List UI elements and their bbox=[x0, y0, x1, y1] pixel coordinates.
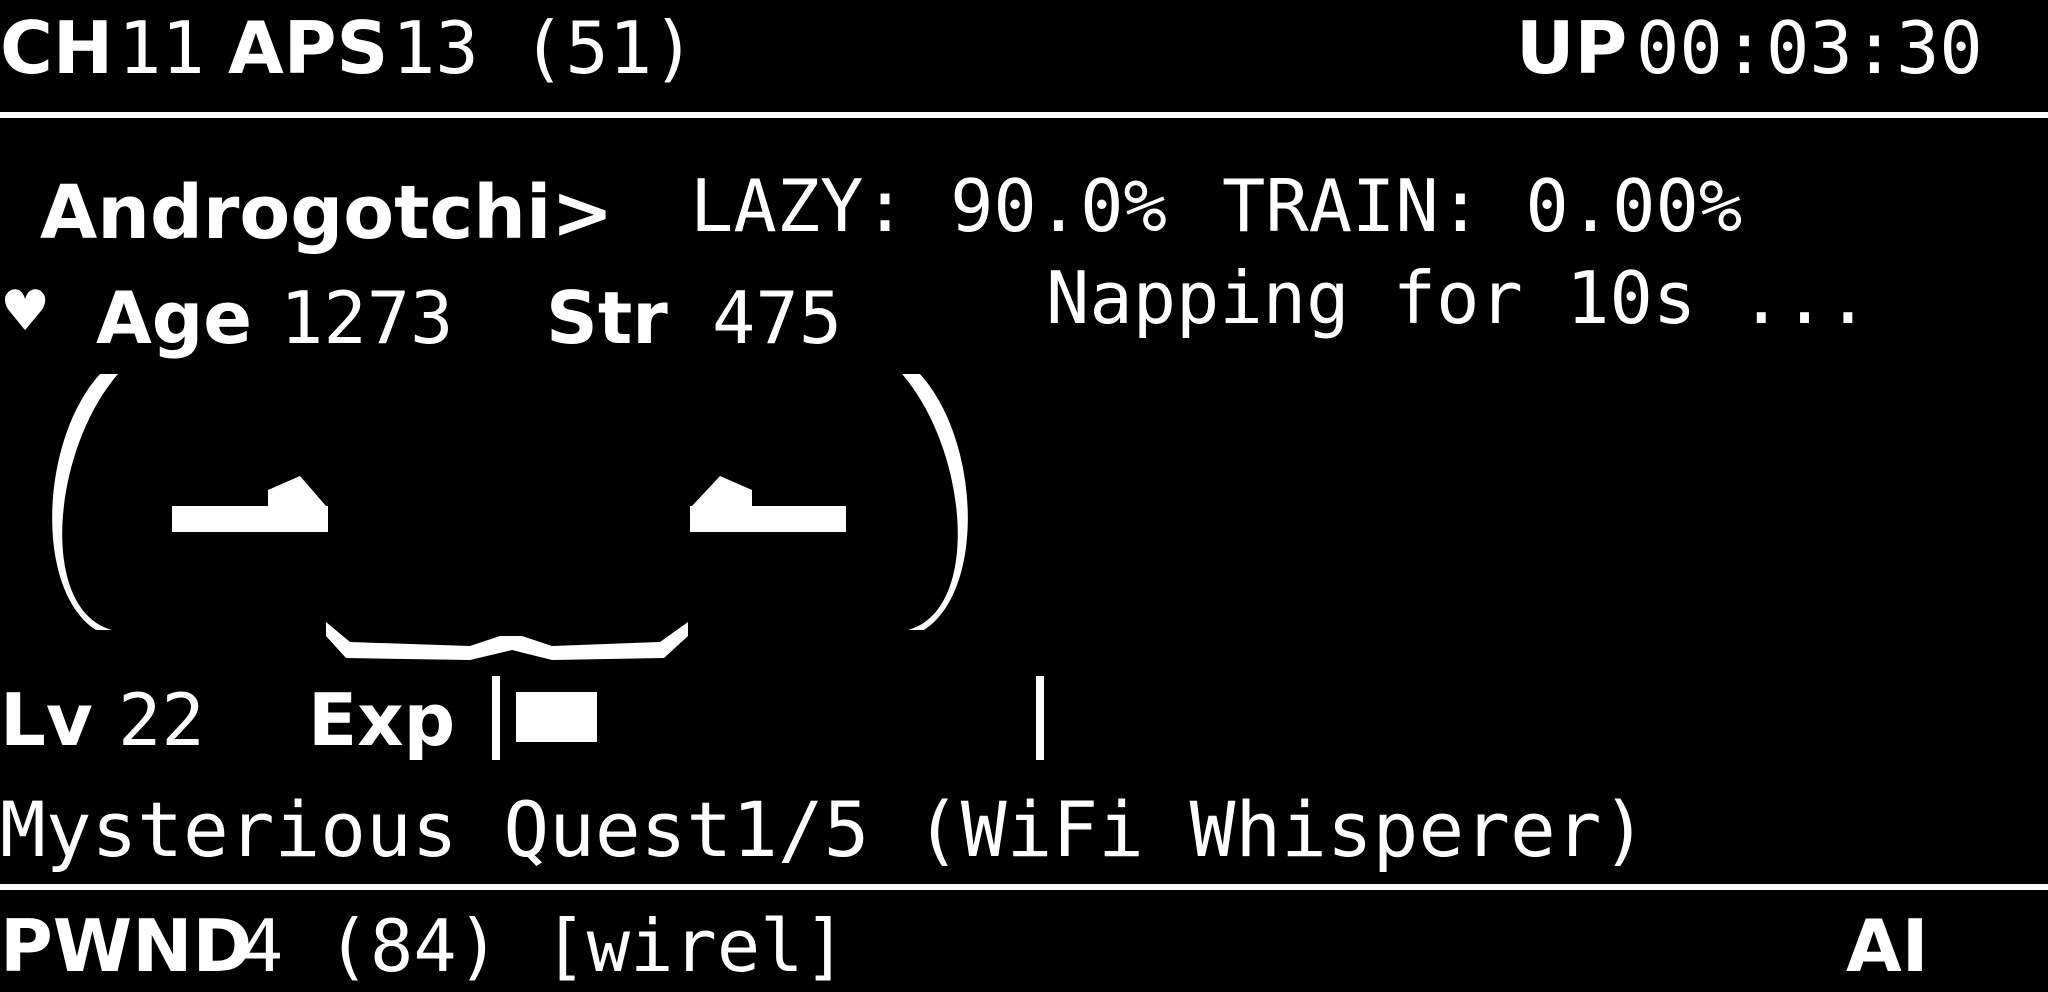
exp-label: Exp bbox=[308, 678, 456, 762]
pwnd-label: PWND bbox=[0, 904, 253, 988]
footer-divider bbox=[0, 884, 2048, 890]
quest-text: Mysterious Quest1/5 (WiFi Whisperer) bbox=[0, 785, 1648, 874]
age-label: Age bbox=[96, 276, 253, 360]
train-stat: TRAIN: 0.00% bbox=[1222, 164, 1743, 248]
level-value: 22 bbox=[118, 678, 205, 762]
header-divider bbox=[0, 112, 2048, 118]
exp-progress-bar bbox=[492, 676, 1044, 760]
level-label: Lv bbox=[0, 678, 93, 762]
pet-name: Androgotchi> bbox=[40, 170, 614, 256]
status-message: Napping for 10s ... bbox=[1046, 256, 1870, 340]
pwnd-value: 4 (84) [wirel] bbox=[240, 904, 847, 988]
aps-label: APS bbox=[228, 6, 389, 90]
uptime-label: UP bbox=[1516, 6, 1628, 90]
channel-value: 11 bbox=[118, 6, 205, 90]
mode-indicator: AI bbox=[1846, 904, 1929, 988]
exp-bar-fill bbox=[516, 692, 597, 742]
exp-bar-left-edge bbox=[492, 676, 500, 760]
exp-bar-right-edge bbox=[1036, 676, 1044, 760]
channel-label: CH bbox=[0, 6, 114, 90]
face-right-eye bbox=[690, 476, 846, 532]
face-mouth bbox=[326, 622, 688, 660]
aps-value: 13 (51) bbox=[392, 6, 696, 90]
str-value: 475 bbox=[712, 276, 843, 360]
face-left-eye bbox=[172, 476, 328, 532]
face-right-bracket bbox=[902, 374, 968, 630]
heart-icon: ♥ bbox=[0, 279, 51, 344]
age-value: 1273 bbox=[280, 276, 454, 360]
str-label: Str bbox=[546, 276, 668, 360]
uptime-value: 00:03:30 bbox=[1636, 6, 1983, 90]
pet-face bbox=[52, 374, 968, 660]
face-left-bracket bbox=[52, 374, 118, 630]
lazy-stat: LAZY: 90.0% bbox=[690, 164, 1167, 248]
